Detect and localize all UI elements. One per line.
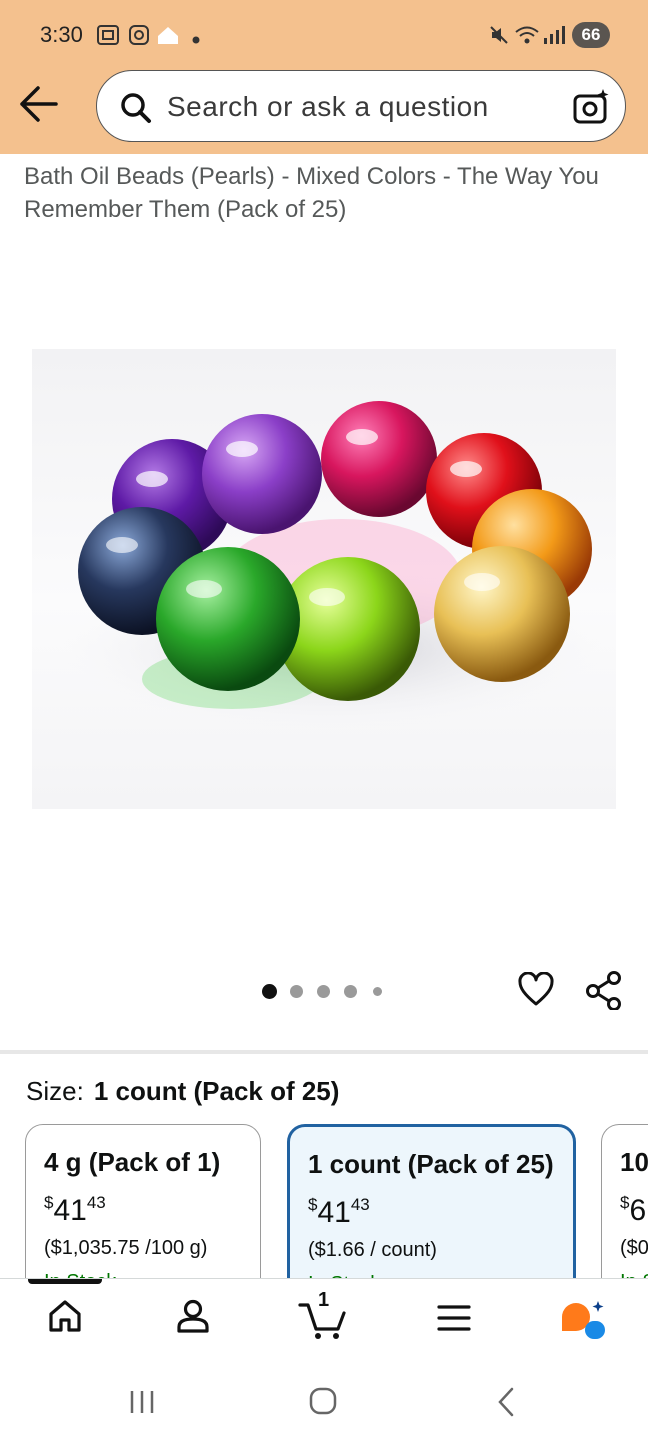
section-divider	[0, 1050, 648, 1054]
recent-apps-icon[interactable]	[128, 1388, 156, 1421]
size-option-price: $4143	[308, 1195, 370, 1229]
carousel-dot[interactable]	[317, 985, 330, 998]
search-placeholder: Search or ask a question	[167, 91, 489, 122]
search-bar[interactable]: Search or ask a question	[96, 70, 626, 142]
notification-dot-icon	[192, 28, 200, 49]
search-icon	[119, 91, 153, 130]
image-carousel-dots[interactable]	[262, 984, 392, 1000]
selected-size-value: 1 count (Pack of 25)	[93, 1076, 340, 1106]
heart-icon[interactable]	[518, 971, 554, 1013]
status-time: 3:30	[40, 22, 83, 47]
active-tab-indicator	[28, 1279, 102, 1284]
product-title[interactable]: Bath Oil Beads (Pearls) - Mixed Colors -…	[24, 160, 624, 226]
menu-icon[interactable]	[436, 1303, 472, 1338]
battery-indicator: 66	[572, 22, 610, 48]
size-label: Size:	[26, 1076, 84, 1106]
size-option-unit-price: ($1.66 / count)	[308, 1239, 437, 1261]
size-option-unit-price: ($0	[620, 1237, 648, 1259]
size-option-card[interactable]: 10 $6 ($0 In Stock	[601, 1124, 648, 1304]
home-button-icon[interactable]	[308, 1386, 338, 1421]
top-header-bar: 3:30 66 Search or ask a question	[0, 0, 648, 154]
camera-search-icon[interactable]	[571, 87, 611, 132]
signal-icon	[542, 24, 566, 51]
cart-icon[interactable]	[298, 1301, 348, 1346]
screenshot-icon	[96, 24, 120, 51]
back-arrow-icon[interactable]	[16, 84, 60, 124]
bottom-navigation-bar: 1	[0, 1278, 648, 1364]
size-option-name: 10	[620, 1147, 648, 1177]
home-status-icon	[156, 24, 180, 51]
size-option-price: $6	[620, 1193, 647, 1227]
system-navigation-bar	[0, 1364, 648, 1440]
wifi-icon	[514, 24, 540, 51]
carousel-dot[interactable]	[373, 987, 382, 996]
product-image[interactable]	[32, 349, 616, 809]
size-option-unit-price: ($1,035.75 /100 g)	[44, 1237, 208, 1259]
size-option-card[interactable]: 4 g (Pack of 1) $4143 ($1,035.75 /100 g)…	[25, 1124, 261, 1304]
size-option-name: 4 g (Pack of 1)	[44, 1147, 221, 1177]
size-option-price: $4143	[44, 1193, 106, 1227]
size-option-card-selected[interactable]: 1 count (Pack of 25) $4143 ($1.66 / coun…	[287, 1124, 576, 1304]
carousel-dot[interactable]	[344, 985, 357, 998]
home-icon[interactable]	[46, 1297, 84, 1340]
rufus-assistant-icon[interactable]	[558, 1299, 608, 1346]
status-bar: 3:30 66	[0, 0, 648, 70]
account-icon[interactable]	[174, 1297, 212, 1340]
mute-icon	[488, 24, 510, 51]
size-selector-header: Size: 1 count (Pack of 25)	[26, 1076, 339, 1107]
system-back-icon[interactable]	[494, 1386, 518, 1423]
instagram-icon	[128, 24, 150, 51]
share-icon[interactable]	[584, 970, 624, 1015]
carousel-dot[interactable]	[290, 985, 303, 998]
carousel-dot-active[interactable]	[262, 984, 277, 999]
bath-beads-illustration	[62, 401, 602, 729]
size-option-name: 1 count (Pack of 25)	[308, 1149, 554, 1179]
